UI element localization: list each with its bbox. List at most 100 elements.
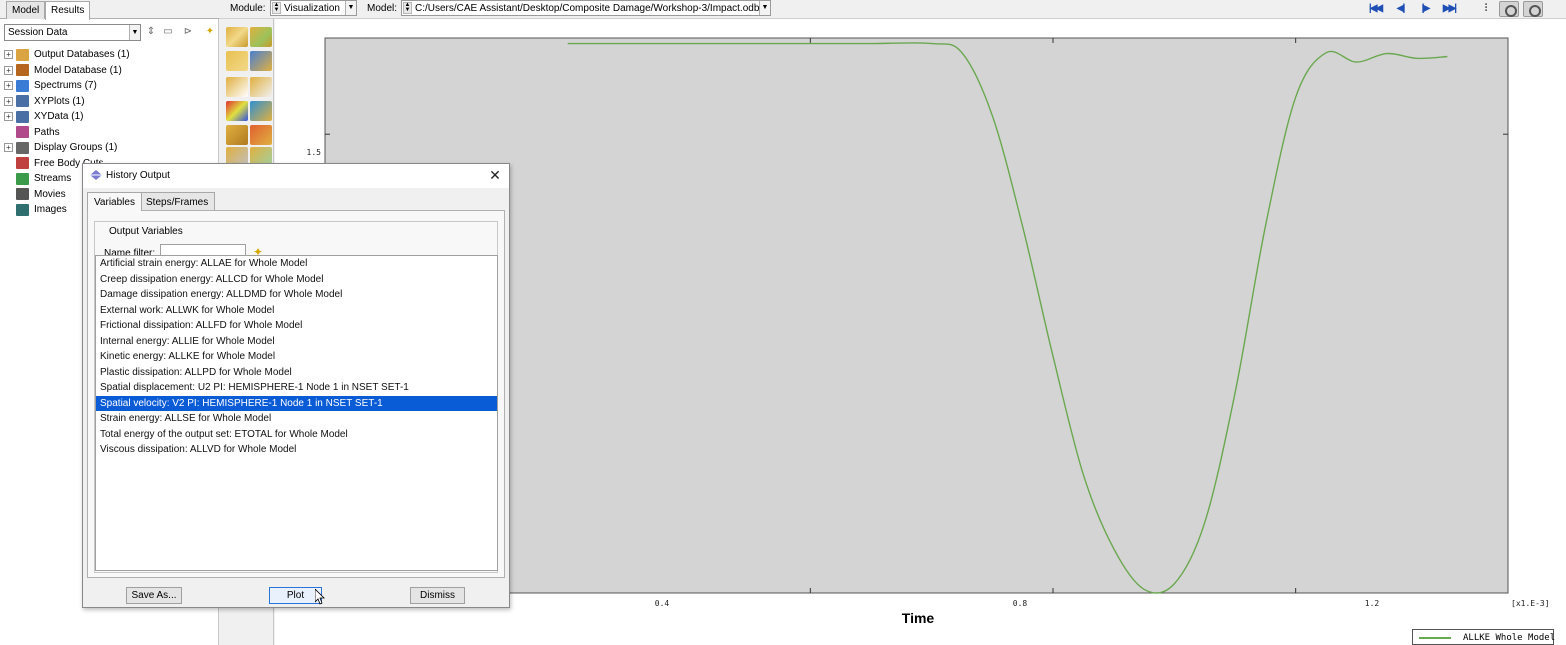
plot-undeformed-icon[interactable]: [226, 27, 248, 47]
lightbulb-icon[interactable]: ✦: [203, 24, 217, 40]
list-item[interactable]: Frictional dissipation: ALLFD for Whole …: [96, 318, 497, 334]
tab-model[interactable]: Model: [6, 1, 46, 19]
session-select-value: Session Data: [8, 27, 68, 38]
allow-multiple-plots-icon[interactable]: [250, 77, 272, 97]
tree-item-icon: [16, 203, 29, 216]
model-select-value: C:/Users/CAE Assistant/Desktop/Composite…: [415, 3, 760, 14]
spin-arrows-icon: ▲ ▼: [272, 2, 281, 14]
tree-item-icon: [16, 141, 29, 154]
symbol-options-icon[interactable]: [250, 101, 272, 121]
tree-item-label: Paths: [34, 126, 60, 138]
tree-item[interactable]: Paths: [4, 125, 216, 141]
chevron-down-icon[interactable]: ▼: [129, 25, 140, 40]
tree-item-icon: [16, 188, 29, 201]
tree-item[interactable]: + XYPlots (1): [4, 94, 216, 110]
folder-filter-icon[interactable]: ▭: [161, 24, 175, 40]
contour-options-icon[interactable]: [226, 101, 248, 121]
camera-icon[interactable]: [1499, 1, 1519, 17]
tree-item[interactable]: + Model Database (1): [4, 63, 216, 79]
mouse-cursor-icon: [315, 589, 325, 605]
model-select[interactable]: ▲ ▼ C:/Users/CAE Assistant/Desktop/Compos…: [401, 0, 771, 16]
x-scale-label: [x1.E-3]: [1511, 599, 1550, 608]
tree-item-icon: [16, 126, 29, 139]
dismiss-button[interactable]: Dismiss: [410, 587, 465, 604]
history-output-dialog: History Output ✕ Variables Steps/Frames …: [82, 163, 510, 608]
chevron-down-icon[interactable]: ▼: [345, 1, 356, 15]
output-variables-list[interactable]: Artificial strain energy: ALLAE for Whol…: [95, 255, 498, 571]
module-label: Module:: [230, 3, 266, 14]
first-frame-icon[interactable]: |◀◀: [1366, 2, 1384, 16]
list-item[interactable]: External work: ALLWK for Whole Model: [96, 303, 497, 319]
expand-icon[interactable]: +: [4, 65, 13, 75]
tree-item-label: Display Groups (1): [34, 142, 118, 154]
tree-item-label: Model Database (1): [34, 64, 122, 76]
dialog-titlebar[interactable]: History Output ✕: [83, 164, 509, 188]
dialog-title: History Output: [106, 170, 170, 181]
tree-item[interactable]: + XYData (1): [4, 109, 216, 125]
tree-item-icon: [16, 95, 29, 108]
expand-icon[interactable]: +: [4, 143, 13, 153]
list-item[interactable]: Total energy of the output set: ETOTAL f…: [96, 427, 497, 443]
output-variables-label: Output Variables: [107, 226, 185, 237]
list-item[interactable]: Spatial velocity: V2 PI: HEMISPHERE-1 No…: [96, 395, 497, 411]
tab-variables[interactable]: Variables: [87, 192, 142, 211]
list-item[interactable]: Damage dissipation energy: ALLDMD for Wh…: [96, 287, 497, 303]
plot-material-orientation-icon[interactable]: [226, 77, 248, 97]
x-tick-label: 1.2: [1365, 599, 1380, 608]
tree-item-label: XYPlots (1): [34, 95, 85, 107]
panel-tabs: Model Results: [0, 0, 219, 20]
close-icon[interactable]: ✕: [487, 167, 503, 183]
x-tick-label: 0.8: [1013, 599, 1028, 608]
tree-item-label: Images: [34, 204, 67, 216]
tree-item-icon: [16, 110, 29, 123]
x-tick-label: 0.4: [655, 599, 670, 608]
expand-icon[interactable]: +: [4, 50, 13, 60]
tree-item[interactable]: + Output Databases (1): [4, 47, 216, 63]
tab-steps-frames[interactable]: Steps/Frames: [139, 192, 216, 210]
tree-item[interactable]: + Spectrums (7): [4, 78, 216, 94]
plot-contours-icon[interactable]: [226, 51, 248, 71]
previous-frame-icon[interactable]: ◀|: [1391, 2, 1409, 16]
tree-item-label: XYData (1): [34, 111, 84, 123]
tree-item-label: Spectrums (7): [34, 80, 97, 92]
expand-icon[interactable]: +: [4, 96, 13, 106]
tree-item-icon: [16, 64, 29, 77]
list-item[interactable]: Viscous dissipation: ALLVD for Whole Mod…: [96, 442, 497, 458]
list-item[interactable]: Kinetic energy: ALLKE for Whole Model: [96, 349, 497, 365]
variables-tab-pane: Output Variables Name filter: ✦ Artifici…: [87, 210, 505, 578]
expand-icon[interactable]: +: [4, 112, 13, 122]
list-item[interactable]: Internal energy: ALLIE for Whole Model: [96, 334, 497, 350]
create-xy-data-icon[interactable]: [226, 125, 248, 145]
tree-item-label: Streams: [34, 173, 72, 185]
plot-symbols-icon[interactable]: [250, 51, 272, 71]
tab-results[interactable]: Results: [45, 1, 91, 20]
updown-arrows-icon[interactable]: ⇕: [144, 24, 158, 40]
x-axis-title: Time: [902, 610, 935, 626]
list-item[interactable]: Spatial displacement: U2 PI: HEMISPHERE-…: [96, 380, 497, 396]
last-frame-icon[interactable]: ▶▶|: [1440, 2, 1458, 16]
save-as-button[interactable]: Save As...: [126, 587, 182, 604]
tree-item-label: Output Databases (1): [34, 49, 130, 61]
expand-icon[interactable]: +: [4, 81, 13, 91]
list-item[interactable]: Creep dissipation energy: ALLCD for Whol…: [96, 272, 497, 288]
animation-options-icon[interactable]: ⫶: [1476, 2, 1494, 16]
next-frame-icon[interactable]: |▶: [1416, 2, 1434, 16]
tree-item-label: Movies: [34, 188, 66, 200]
history-output-icon: [90, 170, 102, 180]
xy-data-manager-icon[interactable]: [250, 125, 272, 145]
tree-item-icon: [16, 79, 29, 92]
tree-item[interactable]: + Display Groups (1): [4, 140, 216, 156]
module-select[interactable]: ▲ ▼ Visualization ▼: [270, 0, 357, 16]
chevron-down-icon[interactable]: ▼: [759, 1, 770, 15]
filter-tree-icon[interactable]: ⊳: [181, 24, 195, 40]
tree-item-icon: [16, 48, 29, 61]
session-select[interactable]: Session Data ▼: [4, 24, 141, 41]
list-item[interactable]: Plastic dissipation: ALLPD for Whole Mod…: [96, 365, 497, 381]
camera-capture-icon[interactable]: [1523, 1, 1543, 17]
plot-deformed-icon[interactable]: [250, 27, 272, 47]
list-item[interactable]: Artificial strain energy: ALLAE for Whol…: [96, 256, 497, 272]
list-item[interactable]: Strain energy: ALLSE for Whole Model: [96, 411, 497, 427]
